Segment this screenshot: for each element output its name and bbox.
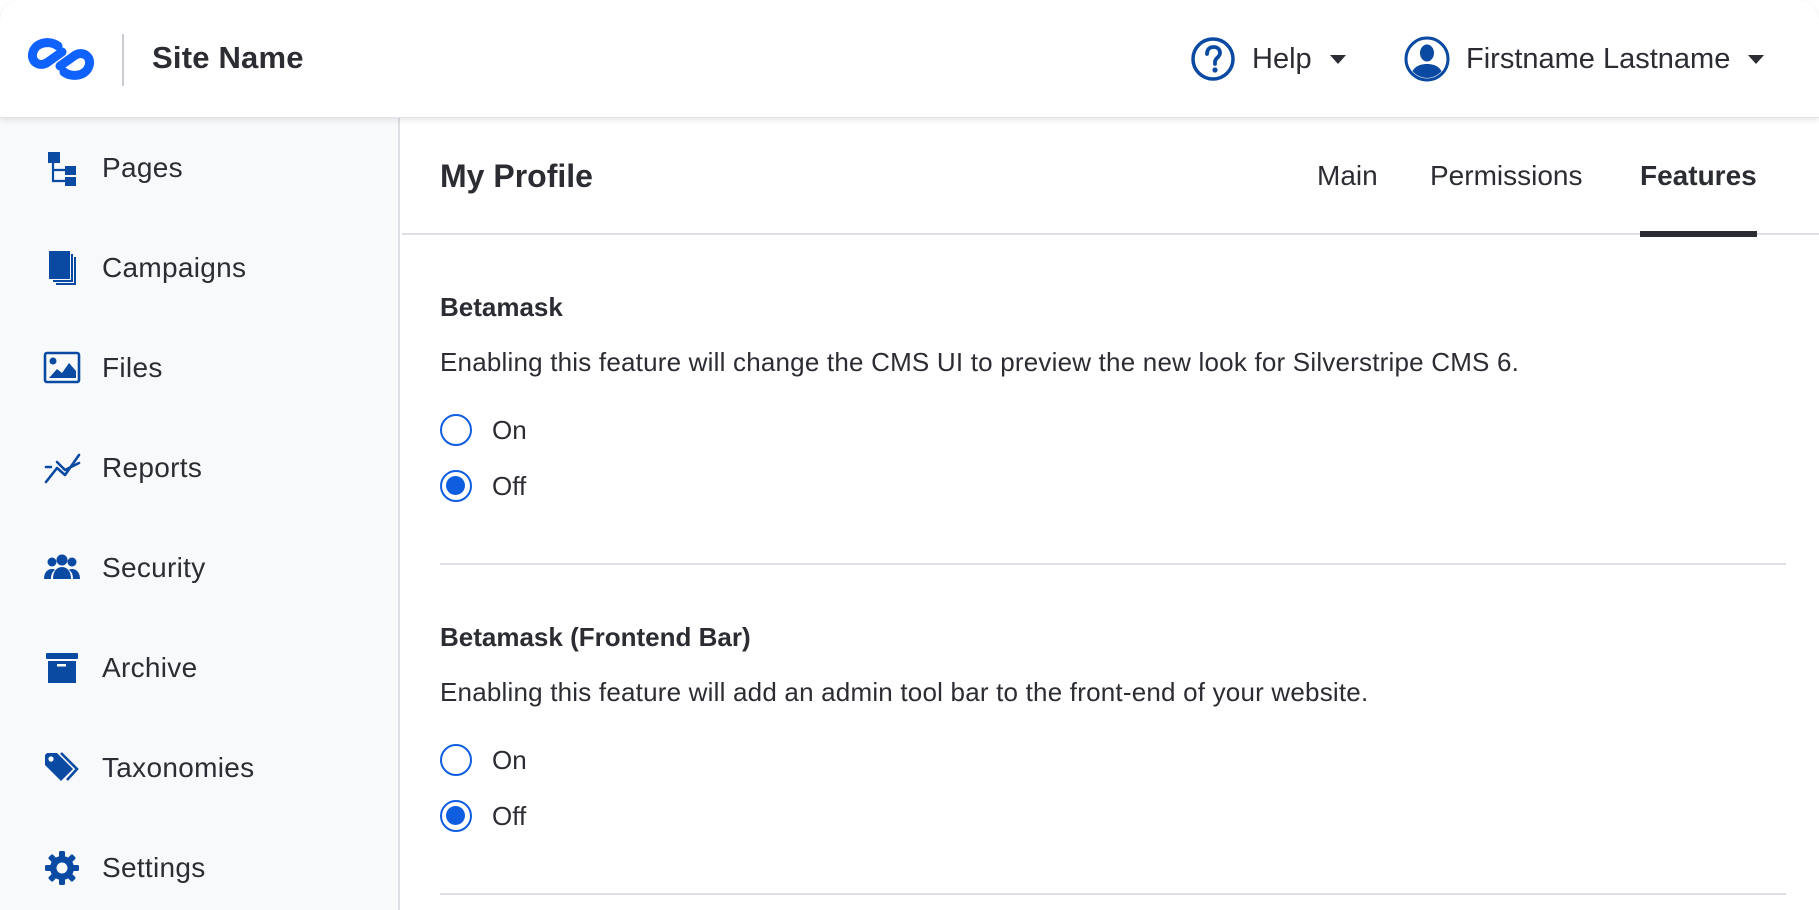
radio-betamask-off[interactable]: Off	[440, 469, 526, 503]
section-divider	[440, 563, 1786, 565]
radio-betamask-on[interactable]: On	[440, 413, 527, 447]
sidebar-item-archive[interactable]: Archive	[0, 628, 398, 708]
sidebar-item-label: Taxonomies	[102, 752, 255, 783]
image-icon	[42, 348, 82, 388]
sidebar-item-label: Pages	[102, 152, 183, 183]
radio-label: On	[492, 744, 527, 775]
main-content: My Profile Main Permissions Features Bet…	[402, 118, 1819, 910]
documents-stack-icon	[42, 248, 82, 288]
sidebar-item-label: Campaigns	[102, 252, 247, 283]
sidebar: Pages Campaigns Files Reports Security A…	[0, 118, 400, 910]
radio-button[interactable]	[440, 414, 472, 446]
sidebar-item-label: Reports	[102, 452, 203, 483]
feature-description: Enabling this feature will change the CM…	[440, 347, 1520, 377]
sidebar-item-taxonomies[interactable]: Taxonomies	[0, 728, 398, 808]
site-name[interactable]: Site Name	[152, 40, 304, 76]
content-header: My Profile Main Permissions Features	[402, 118, 1819, 237]
user-menu-button[interactable]: Firstname Lastname	[1404, 36, 1765, 82]
top-bar: Site Name Help Firstname Lastname	[0, 0, 1819, 118]
tab-features[interactable]: Features	[1640, 160, 1757, 237]
silverstripe-logo-icon[interactable]	[28, 38, 94, 80]
sidebar-item-files[interactable]: Files	[0, 328, 398, 408]
sidebar-item-settings[interactable]: Settings	[0, 828, 398, 908]
tab-permissions[interactable]: Permissions	[1430, 160, 1582, 235]
radio-label: Off	[492, 800, 527, 831]
question-circle-icon	[1191, 37, 1235, 81]
feature-description: Enabling this feature will add an admin …	[440, 677, 1369, 707]
page-title: My Profile	[440, 158, 593, 194]
radio-button[interactable]	[440, 744, 472, 776]
radio-label: On	[492, 414, 527, 445]
feature-title: Betamask (Frontend Bar)	[440, 622, 751, 652]
radio-button-checked[interactable]	[440, 470, 472, 502]
sitetree-icon	[42, 148, 82, 188]
caret-down-icon	[1748, 54, 1765, 64]
radio-button-checked[interactable]	[440, 800, 472, 832]
sidebar-item-label: Settings	[102, 852, 206, 883]
tags-icon	[42, 748, 82, 788]
sidebar-item-pages[interactable]: Pages	[0, 128, 398, 208]
gear-icon	[42, 848, 82, 888]
brand-divider	[122, 34, 124, 86]
user-name-label: Firstname Lastname	[1466, 42, 1731, 75]
sidebar-item-label: Security	[102, 552, 206, 583]
feature-title: Betamask	[440, 292, 563, 322]
sidebar-item-label: Archive	[102, 652, 198, 683]
section-divider	[440, 893, 1786, 895]
help-menu-button[interactable]: Help	[1190, 36, 1346, 82]
sidebar-item-reports[interactable]: Reports	[0, 428, 398, 508]
archive-box-icon	[42, 648, 82, 688]
radio-frontend-bar-on[interactable]: On	[440, 743, 527, 777]
sidebar-item-label: Files	[102, 352, 163, 383]
radio-frontend-bar-off[interactable]: Off	[440, 799, 526, 833]
sidebar-item-security[interactable]: Security	[0, 528, 398, 608]
help-label: Help	[1252, 42, 1312, 75]
radio-label: Off	[492, 470, 527, 501]
line-chart-icon	[42, 448, 82, 488]
caret-down-icon	[1329, 54, 1346, 64]
user-avatar-icon	[1404, 36, 1450, 82]
users-group-icon	[42, 548, 82, 588]
sidebar-item-campaigns[interactable]: Campaigns	[0, 228, 398, 308]
tab-main[interactable]: Main	[1317, 160, 1378, 235]
